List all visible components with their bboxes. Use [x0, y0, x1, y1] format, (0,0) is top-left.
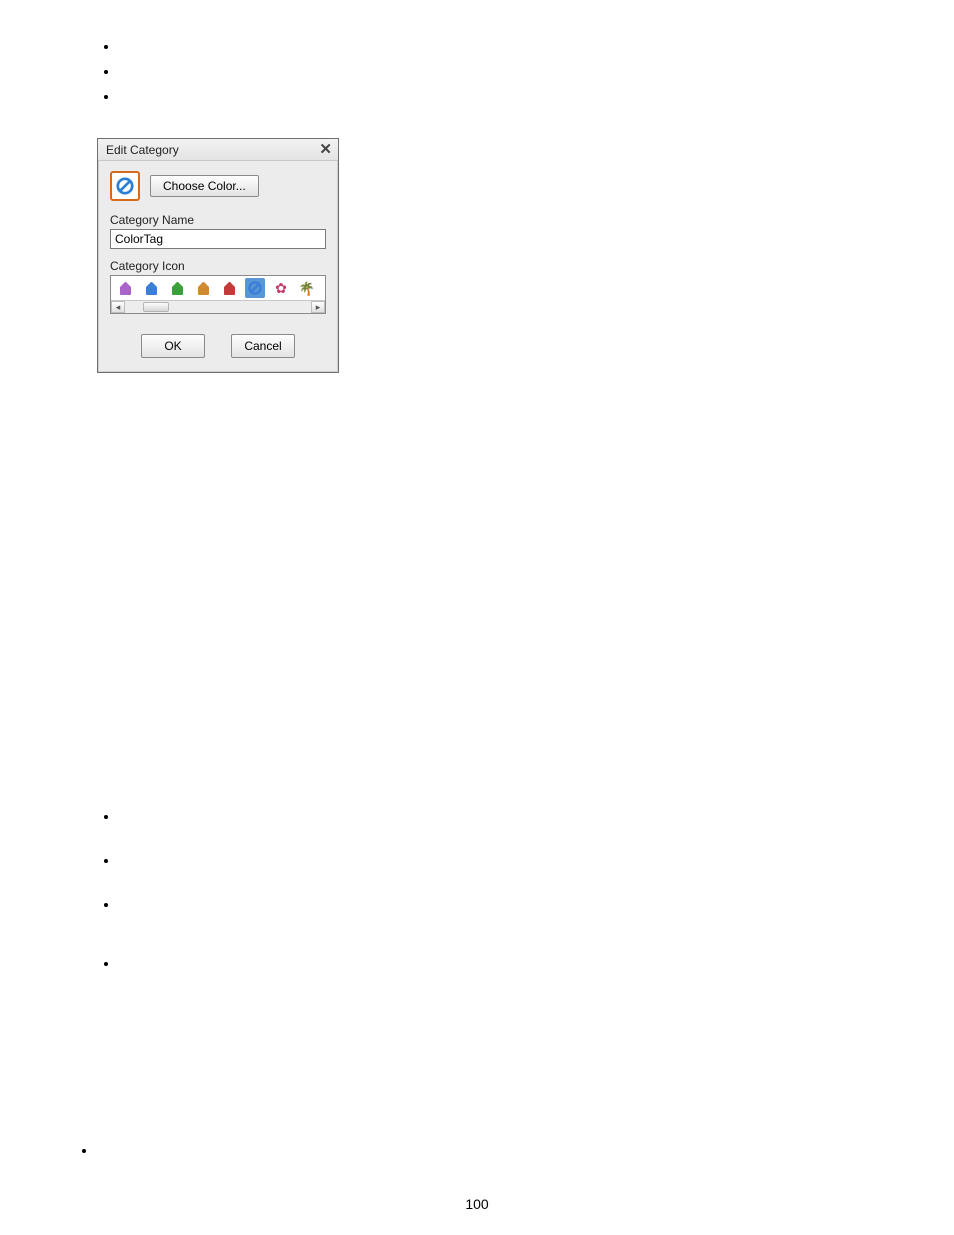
- choose-color-button[interactable]: Choose Color...: [150, 175, 259, 197]
- tag-icon: [146, 282, 157, 295]
- doc-bullet: [82, 1149, 86, 1153]
- doc-bullet: [104, 70, 108, 74]
- doc-bullet-group-3: [82, 1149, 86, 1174]
- category-icon-section: Category Icon ✿ 🌴 ◂ ▸: [110, 259, 326, 314]
- doc-bullet: [104, 815, 108, 819]
- doc-bullet: [104, 45, 108, 49]
- dialog-title: Edit Category: [106, 143, 179, 157]
- dialog-button-row: OK Cancel: [110, 334, 326, 358]
- dialog-titlebar: Edit Category ✕: [98, 139, 338, 161]
- category-name-input[interactable]: [110, 229, 326, 249]
- doc-bullet-group-2: [104, 815, 108, 987]
- dialog-body: Choose Color... Category Name Category I…: [98, 161, 338, 372]
- doc-bullet: [104, 859, 108, 863]
- ok-button[interactable]: OK: [141, 334, 205, 358]
- icon-strip-scrollbar: ◂ ▸: [111, 300, 325, 313]
- category-icon-strip: ✿ 🌴 ◂ ▸: [110, 275, 326, 314]
- doc-bullet-group-1: [104, 45, 108, 120]
- category-color-preview-icon: [110, 171, 140, 201]
- slash-circle-icon: [247, 280, 263, 296]
- palm-icon: 🌴: [299, 282, 315, 295]
- category-icon-option-6[interactable]: ✿: [271, 278, 291, 298]
- tag-icon: [224, 282, 235, 295]
- doc-bullet: [104, 962, 108, 966]
- scroll-thumb[interactable]: [143, 302, 169, 312]
- category-icon-option-1[interactable]: [141, 278, 161, 298]
- category-icon-option-0[interactable]: [115, 278, 135, 298]
- category-icon-option-2[interactable]: [167, 278, 187, 298]
- category-icon-option-4[interactable]: [219, 278, 239, 298]
- color-preview-row: Choose Color...: [110, 171, 326, 201]
- scroll-left-arrow[interactable]: ◂: [111, 301, 125, 313]
- edit-category-dialog: Edit Category ✕ Choose Color... Category…: [97, 138, 339, 373]
- doc-bullet: [104, 903, 108, 907]
- scroll-track[interactable]: [125, 301, 311, 313]
- tag-icon: [198, 282, 209, 295]
- category-icon-label: Category Icon: [110, 259, 326, 273]
- doc-bullet: [104, 95, 108, 99]
- scroll-right-arrow[interactable]: ▸: [311, 301, 325, 313]
- category-icon-option-7[interactable]: 🌴: [297, 278, 317, 298]
- category-icon-option-5[interactable]: [245, 278, 265, 298]
- tag-icon: [120, 282, 131, 295]
- tag-icon: [172, 282, 183, 295]
- category-name-label: Category Name: [110, 213, 326, 227]
- cancel-button[interactable]: Cancel: [231, 334, 295, 358]
- page-number: 100: [0, 1196, 954, 1212]
- close-icon[interactable]: ✕: [319, 142, 332, 157]
- category-icon-option-3[interactable]: [193, 278, 213, 298]
- flower-icon: ✿: [275, 281, 287, 295]
